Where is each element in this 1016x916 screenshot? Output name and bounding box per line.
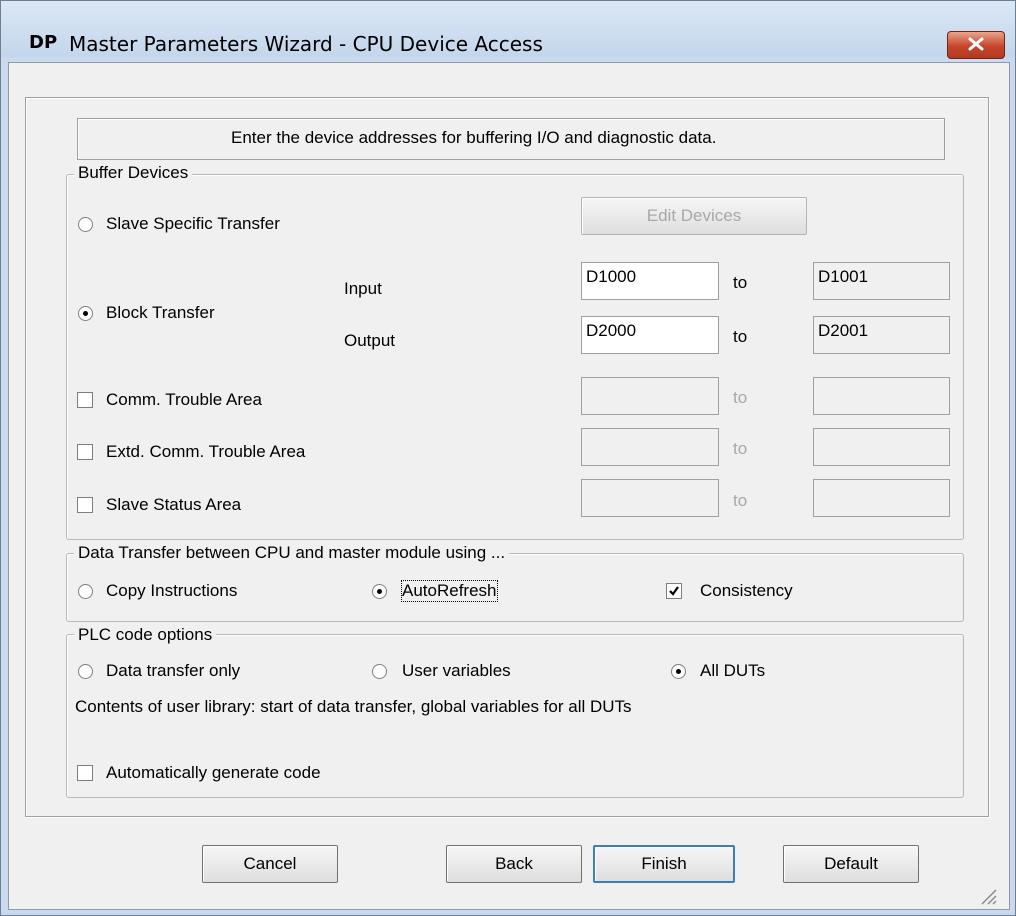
data-transfer-legend: Data Transfer between CPU and master mod…: [74, 543, 510, 563]
slave-status-start-field: [581, 479, 719, 517]
data-transfer-only-label[interactable]: Data transfer only: [106, 661, 240, 681]
input-end-field[interactable]: D1001: [813, 262, 950, 300]
cancel-button[interactable]: Cancel: [202, 845, 338, 883]
slave-status-area-checkbox[interactable]: [77, 497, 93, 513]
comm-trouble-start-field: [581, 377, 719, 415]
extd-comm-trouble-start-field: [581, 428, 719, 466]
comm-trouble-to-label: to: [733, 388, 748, 407]
slave-specific-transfer-radio[interactable]: [78, 217, 93, 232]
comm-trouble-area-label[interactable]: Comm. Trouble Area: [106, 390, 262, 410]
input-label: Input: [344, 279, 382, 298]
output-to-label: to: [733, 327, 748, 346]
autorefresh-label[interactable]: AutoRefresh: [401, 580, 498, 602]
comm-trouble-area-checkbox[interactable]: [77, 392, 93, 408]
copy-instructions-radio[interactable]: [78, 584, 93, 599]
consistency-checkbox[interactable]: [666, 583, 682, 599]
user-variables-label[interactable]: User variables: [402, 661, 511, 681]
autorefresh-radio[interactable]: [372, 584, 387, 599]
default-button[interactable]: Default: [783, 845, 919, 883]
input-to-label: to: [733, 273, 748, 292]
user-variables-radio[interactable]: [372, 664, 387, 679]
buffer-devices-legend: Buffer Devices: [74, 163, 193, 183]
extd-comm-trouble-area-checkbox[interactable]: [77, 444, 93, 460]
checkmark-icon: [669, 586, 679, 596]
data-transfer-only-radio[interactable]: [78, 664, 93, 679]
output-label: Output: [344, 331, 396, 350]
slave-status-to-label: to: [733, 491, 748, 510]
window-title: Master Parameters Wizard - CPU Device Ac…: [69, 32, 543, 56]
contents-description: Contents of user library: start of data …: [75, 697, 632, 716]
all-duts-radio[interactable]: [671, 664, 686, 679]
slave-status-area-label[interactable]: Slave Status Area: [106, 495, 241, 515]
slave-specific-transfer-label[interactable]: Slave Specific Transfer: [106, 214, 280, 234]
info-text: Enter the device addresses for buffering…: [231, 128, 717, 147]
input-start-field[interactable]: D1000: [581, 262, 719, 300]
extd-comm-trouble-area-label[interactable]: Extd. Comm. Trouble Area: [106, 442, 305, 462]
block-transfer-label[interactable]: Block Transfer: [106, 303, 215, 323]
finish-button[interactable]: Finish: [593, 845, 735, 883]
title-bar[interactable]: DP Master Parameters Wizard - CPU Device…: [1, 1, 1015, 59]
extd-comm-trouble-to-label: to: [733, 439, 748, 458]
plc-code-options-legend: PLC code options: [74, 625, 217, 645]
close-icon: [968, 37, 984, 51]
slave-status-end-field: [813, 479, 950, 517]
copy-instructions-label[interactable]: Copy Instructions: [106, 581, 237, 601]
consistency-label[interactable]: Consistency: [700, 581, 793, 601]
auto-generate-code-label[interactable]: Automatically generate code: [106, 763, 321, 783]
output-end-field[interactable]: D2001: [813, 316, 950, 354]
all-duts-label[interactable]: All DUTs: [700, 661, 765, 681]
back-button[interactable]: Back: [446, 845, 582, 883]
comm-trouble-end-field: [813, 377, 950, 415]
edit-devices-button[interactable]: Edit Devices: [581, 197, 807, 235]
block-transfer-radio[interactable]: [78, 306, 93, 321]
resize-grip-icon[interactable]: [976, 884, 998, 906]
output-start-field[interactable]: D2000: [581, 316, 719, 354]
app-icon: DP: [29, 32, 58, 53]
extd-comm-trouble-end-field: [813, 428, 950, 466]
close-button[interactable]: [947, 31, 1005, 59]
auto-generate-code-checkbox[interactable]: [77, 765, 93, 781]
